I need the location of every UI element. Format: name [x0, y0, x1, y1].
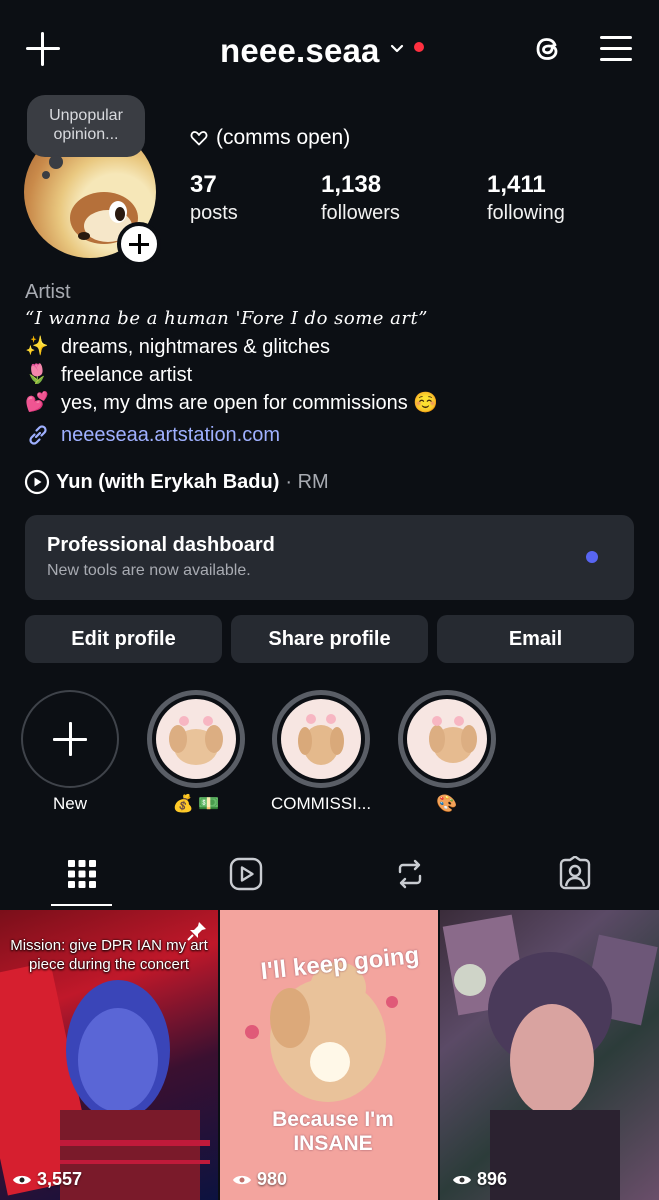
highlight-cover — [407, 699, 487, 779]
active-tab-indicator — [51, 904, 112, 906]
bio-line: ✨ dreams, nightmares & glitches — [25, 333, 635, 361]
hamburger-menu-icon[interactable] — [600, 36, 632, 62]
share-profile-button[interactable]: Share profile — [231, 615, 428, 663]
stat-followers[interactable]: 1,138 followers — [321, 170, 400, 226]
edit-profile-button[interactable]: Edit profile — [25, 615, 222, 663]
threads-icon[interactable] — [530, 31, 566, 67]
stat-posts: 37 posts — [190, 170, 238, 226]
bio-line: 🌷 freelance artist — [25, 361, 635, 389]
view-count-text: 980 — [257, 1169, 288, 1189]
song-title: Yun (with Erykah Badu) — [56, 470, 280, 493]
highlight-item[interactable]: 🎨 — [397, 690, 497, 814]
bio-line-text: freelance artist — [61, 364, 193, 386]
tagged-icon[interactable] — [557, 856, 593, 892]
view-count: 3,557 — [12, 1169, 82, 1190]
highlight-label: 🎨 — [436, 794, 458, 813]
note-bubble[interactable]: Unpopular opinion... — [27, 95, 145, 179]
view-count: 896 — [452, 1169, 507, 1190]
view-count-text: 3,557 — [37, 1169, 83, 1189]
post-tile[interactable]: 896 — [440, 910, 659, 1200]
highlight-label: COMMISSI... — [271, 794, 372, 813]
stat-label: posts — [190, 202, 238, 224]
new-highlight-ring — [21, 690, 119, 788]
bunny-illustration — [298, 714, 344, 765]
professional-dashboard[interactable]: Professional dashboard New tools are now… — [25, 515, 634, 600]
username: neee.seaa — [220, 32, 380, 69]
highlight-item[interactable]: COMMISSI... — [271, 690, 371, 814]
bio: Artist “I wanna be a human 'Fore I do so… — [25, 279, 635, 417]
notification-dot — [413, 42, 424, 52]
profile-tagline: (comms open) — [190, 126, 350, 150]
bunny-illustration — [169, 716, 223, 765]
highlight-label: New — [52, 794, 87, 813]
post-artwork — [442, 914, 658, 1200]
highlight-cover — [156, 699, 236, 779]
highlight-ring — [272, 690, 370, 788]
reposts-icon[interactable] — [392, 856, 428, 892]
new-indicator-dot — [586, 551, 598, 563]
post-caption: Mission: give DPR IAN my art piece durin… — [10, 937, 208, 973]
account-switcher[interactable]: neee.seaa — [220, 30, 424, 72]
view-count-text: 896 — [477, 1169, 508, 1189]
sparkles-emoji: ✨ — [25, 336, 49, 357]
reels-icon[interactable] — [228, 856, 264, 892]
dashboard-subtitle: New tools are now available. — [47, 562, 251, 579]
eye-icon — [233, 1175, 251, 1184]
eye-icon — [13, 1175, 31, 1184]
eye-icon — [453, 1175, 471, 1184]
add-story-button[interactable] — [117, 222, 161, 266]
bio-line-text: dreams, nightmares & glitches — [61, 336, 331, 358]
view-count: 980 — [232, 1169, 287, 1190]
bio-link[interactable]: neeeseaa.artstation.com — [25, 422, 280, 448]
link-url[interactable]: neeeseaa.artstation.com — [61, 424, 280, 447]
highlight-cover — [281, 699, 361, 779]
dashboard-title: Professional dashboard — [47, 534, 275, 556]
art-text-bottom: Because I'm INSANE — [272, 1108, 394, 1155]
bio-line: 💕 yes, my dms are open for commissions ☺… — [25, 389, 635, 417]
bunny-illustration — [429, 716, 477, 763]
bio-line-text: yes, my dms are open for commissions ☺️ — [61, 392, 439, 414]
song-artist: · RM — [285, 470, 329, 493]
profile-music[interactable]: Yun (with Erykah Badu) · RM — [24, 469, 329, 495]
stat-following[interactable]: 1,411 following — [487, 170, 565, 226]
stat-label: following — [487, 202, 565, 224]
stat-label: followers — [321, 202, 400, 224]
highlight-ring — [398, 690, 496, 788]
play-circle-icon — [24, 469, 50, 495]
grid-icon[interactable] — [64, 856, 100, 892]
plus-icon[interactable] — [26, 32, 60, 66]
heart-icon — [190, 131, 208, 146]
stat-value: 1,138 — [321, 171, 382, 198]
email-button[interactable]: Email — [437, 615, 634, 663]
tagline-text: (comms open) — [216, 126, 351, 149]
category-label: Artist — [25, 281, 71, 303]
highlight-new[interactable]: New — [20, 690, 120, 814]
post-tile[interactable]: Mission: give DPR IAN my art piece durin… — [0, 910, 218, 1200]
tulip-emoji: 🌷 — [25, 364, 49, 385]
highlight-ring — [147, 690, 245, 788]
bio-quote: “I wanna be a human 'Fore I do some art” — [25, 308, 428, 329]
link-icon — [29, 425, 47, 445]
stat-value: 37 — [190, 171, 217, 198]
profile-tabs — [0, 848, 659, 908]
chevron-down-icon — [390, 44, 403, 53]
highlight-item[interactable]: 💰 💵 — [146, 690, 246, 814]
post-tile[interactable]: I'll keep going Because I'm INSANE 980 — [220, 910, 438, 1200]
post-grid: Mission: give DPR IAN my art piece durin… — [0, 910, 659, 1200]
highlight-label: 💰 💵 — [172, 794, 220, 813]
stat-value: 1,411 — [487, 171, 546, 198]
top-bar: neee.seaa — [0, 0, 659, 100]
note-text: Unpopular opinion... — [49, 107, 123, 143]
hearts-emoji: 💕 — [25, 392, 49, 413]
